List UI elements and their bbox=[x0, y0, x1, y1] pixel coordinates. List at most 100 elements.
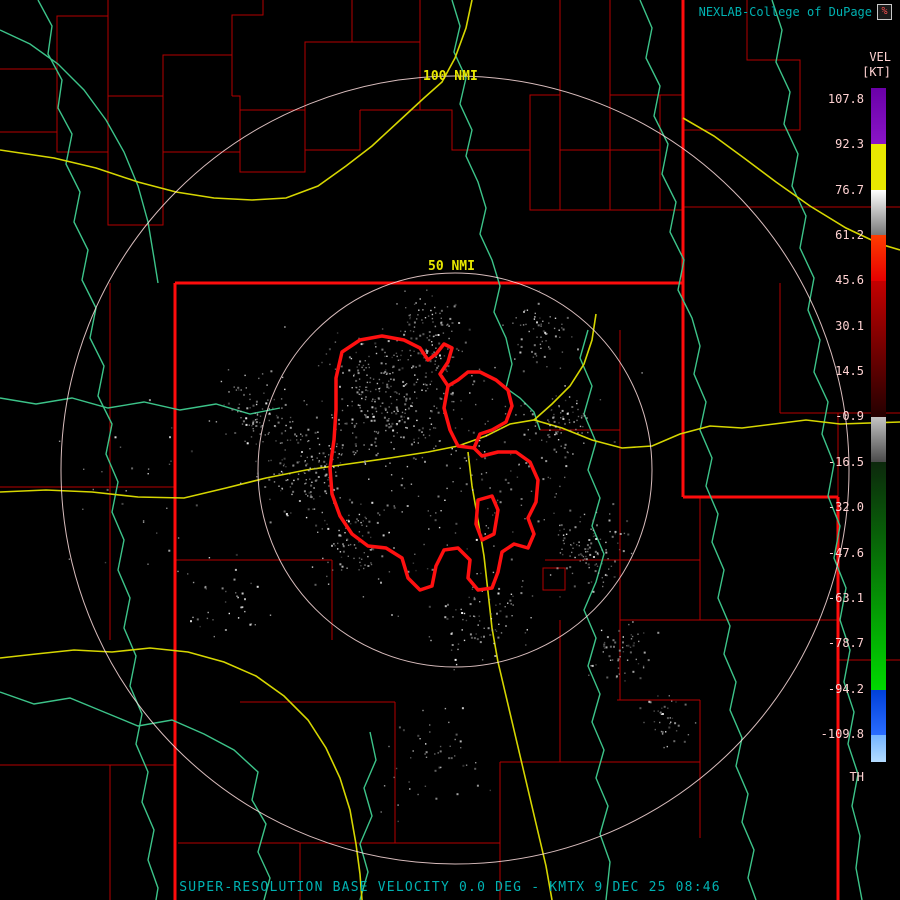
radar-echo bbox=[498, 623, 500, 625]
radar-echo bbox=[353, 373, 355, 376]
radar-echo bbox=[440, 357, 442, 360]
radar-echo bbox=[523, 433, 526, 436]
radar-echo bbox=[571, 551, 573, 554]
radar-echo bbox=[618, 629, 621, 632]
radar-echo bbox=[522, 580, 524, 582]
radar-echo bbox=[444, 707, 447, 710]
road bbox=[0, 647, 363, 900]
radar-echo bbox=[619, 656, 621, 658]
radar-echo bbox=[192, 581, 195, 584]
radar-echo bbox=[403, 421, 406, 424]
radar-echo bbox=[281, 472, 284, 474]
radar-echo bbox=[629, 651, 632, 654]
radar-echo bbox=[406, 465, 409, 468]
radar-echo bbox=[347, 405, 349, 407]
radar-echo bbox=[240, 389, 242, 391]
radar-echo bbox=[362, 364, 365, 367]
radar-echo bbox=[416, 419, 418, 422]
radar-echo bbox=[559, 428, 561, 430]
radar-echo bbox=[258, 377, 260, 380]
radar-echo bbox=[301, 451, 303, 453]
radar-echo bbox=[297, 441, 300, 444]
radar-echo bbox=[454, 738, 456, 741]
radar-echo bbox=[364, 460, 366, 462]
radar-echo bbox=[383, 416, 386, 419]
radar-echo bbox=[388, 387, 390, 389]
radar-echo bbox=[307, 440, 309, 443]
radar-echo bbox=[338, 453, 340, 455]
radar-echo bbox=[461, 629, 463, 631]
radar-echo bbox=[225, 590, 227, 593]
radar-echo bbox=[364, 516, 366, 518]
radar-echo bbox=[348, 498, 351, 501]
radar-echo bbox=[390, 474, 393, 476]
radar-echo bbox=[630, 638, 633, 640]
radar-echo bbox=[559, 367, 562, 369]
radar-echo bbox=[452, 481, 454, 483]
radar-echo bbox=[392, 371, 394, 374]
radar-echo bbox=[348, 514, 350, 517]
radar-echo bbox=[444, 499, 446, 501]
radar-echo bbox=[267, 433, 269, 435]
radar-echo bbox=[390, 425, 393, 428]
radar-echo bbox=[494, 629, 497, 631]
radar-echo bbox=[353, 375, 355, 377]
radar-echo bbox=[273, 398, 275, 401]
radar-echo bbox=[170, 460, 172, 462]
radar-echo bbox=[392, 378, 395, 381]
radar-echo bbox=[395, 391, 397, 393]
radar-echo bbox=[317, 365, 320, 367]
radar-echo bbox=[622, 646, 624, 649]
radar-echo bbox=[237, 407, 240, 410]
radar-echo bbox=[363, 567, 365, 570]
radar-echo bbox=[251, 425, 253, 427]
radar-echo bbox=[443, 392, 445, 395]
radar-echo bbox=[212, 619, 214, 621]
radar-echo bbox=[570, 429, 572, 432]
radar-echo bbox=[377, 578, 380, 580]
radar-echo bbox=[396, 423, 398, 426]
radar-echo bbox=[328, 445, 330, 447]
radar-echo bbox=[469, 603, 472, 606]
radar-echo bbox=[476, 573, 478, 575]
colorbar-segment bbox=[871, 88, 886, 144]
radar-echo bbox=[670, 721, 672, 723]
radar-echo bbox=[289, 486, 292, 488]
radar-echo bbox=[549, 316, 551, 318]
radar-echo bbox=[489, 789, 491, 792]
radar-echo bbox=[360, 565, 362, 567]
radar-echo bbox=[510, 603, 512, 605]
radar-echo bbox=[472, 489, 474, 491]
radar-echo bbox=[468, 596, 470, 599]
county-line bbox=[542, 567, 566, 591]
radar-echo bbox=[592, 532, 595, 535]
radar-echo bbox=[379, 514, 381, 516]
radar-echo bbox=[449, 745, 451, 747]
radar-echo bbox=[531, 595, 534, 597]
radar-echo bbox=[440, 398, 443, 400]
radar-echo bbox=[557, 431, 559, 433]
radar-echo bbox=[360, 503, 362, 505]
radar-echo bbox=[561, 548, 563, 550]
radar-echo bbox=[407, 417, 410, 420]
radar-echo bbox=[310, 484, 313, 487]
radar-echo bbox=[548, 347, 551, 350]
radar-echo bbox=[82, 508, 84, 510]
radar-echo bbox=[548, 421, 550, 423]
radar-echo bbox=[290, 512, 292, 514]
radar-echo bbox=[532, 356, 535, 358]
radar-echo bbox=[562, 553, 564, 556]
radar-echo bbox=[371, 400, 373, 402]
radar-echo bbox=[554, 433, 556, 436]
radar-echo bbox=[540, 336, 542, 338]
radar-echo bbox=[560, 524, 563, 527]
radar-echo bbox=[405, 398, 408, 401]
radar-echo bbox=[534, 425, 537, 427]
radar-echo bbox=[563, 537, 566, 540]
radar-echo bbox=[490, 634, 492, 636]
radar-echo bbox=[382, 534, 385, 537]
radar-echo bbox=[500, 632, 503, 634]
radar-echo bbox=[448, 757, 451, 760]
radar-echo bbox=[403, 487, 406, 489]
radar-echo bbox=[542, 478, 545, 481]
